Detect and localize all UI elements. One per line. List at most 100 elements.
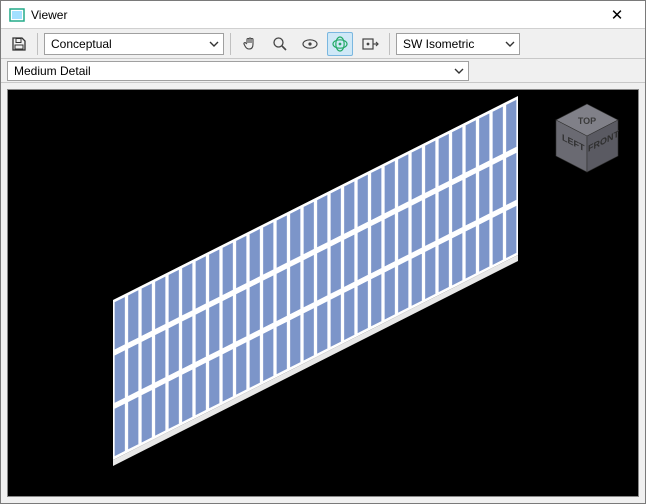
viewer-window: Viewer ✕ Conceptual (0, 0, 646, 504)
panel-cell (371, 167, 382, 220)
viewport-container: TOP LEFT FRONT (1, 83, 645, 503)
chevron-down-icon (499, 39, 515, 49)
panel-cell (182, 369, 193, 422)
panel-cell (506, 99, 517, 152)
panel-cell (195, 309, 206, 362)
viewcube[interactable]: TOP LEFT FRONT (548, 100, 626, 180)
separator (230, 33, 231, 55)
panel-cell (506, 205, 517, 258)
detail-level-value: Medium Detail (14, 64, 91, 78)
panel-cell (114, 403, 125, 456)
visual-style-dropdown[interactable]: Conceptual (44, 33, 224, 55)
toolbar: Conceptual (1, 29, 645, 59)
panel-cell (263, 222, 274, 275)
panel-cell (357, 227, 368, 280)
panel-cell (492, 106, 503, 159)
detail-bar: Medium Detail (1, 59, 645, 83)
panel-cell (114, 297, 125, 350)
panel-cell (141, 283, 152, 336)
panel-cell (114, 350, 125, 403)
viewport-3d[interactable]: TOP LEFT FRONT (7, 89, 639, 497)
solar-panel-model (8, 90, 638, 497)
chevron-down-icon (203, 39, 219, 49)
panel-cell (290, 314, 301, 367)
panel-cell (398, 154, 409, 207)
panel-cell (128, 343, 139, 396)
panel-cell (276, 268, 287, 321)
steering-wheel-icon (360, 35, 380, 53)
panel-cell (222, 349, 233, 402)
orbit-constrained-icon (300, 35, 320, 53)
panel-cell (141, 336, 152, 389)
panel-cell (357, 280, 368, 333)
panel-cell (465, 173, 476, 226)
separator (37, 33, 38, 55)
panel-cell (438, 186, 449, 239)
panel-cell (411, 200, 422, 253)
visual-style-value: Conceptual (51, 37, 112, 51)
panel-cell (128, 396, 139, 449)
steering-wheel-tool[interactable] (357, 32, 383, 56)
orbit-free-icon (330, 35, 350, 53)
panel-cell (303, 255, 314, 308)
panel-cell (479, 219, 490, 272)
panel-cell (249, 282, 260, 335)
panel-cell (168, 376, 179, 429)
panel-cell (344, 181, 355, 234)
orbit-constrained-tool[interactable] (297, 32, 323, 56)
detail-level-dropdown[interactable]: Medium Detail (7, 61, 469, 81)
zoom-tool[interactable] (267, 32, 293, 56)
panel-cell (492, 212, 503, 265)
orbit-free-tool[interactable] (327, 32, 353, 56)
panel-cell (371, 274, 382, 327)
save-button[interactable] (7, 32, 31, 56)
panel-cell (344, 287, 355, 340)
panel-cell (384, 214, 395, 267)
panel-cell (276, 321, 287, 374)
panel-cell (155, 276, 166, 329)
panel-cell (168, 269, 179, 322)
panel-cell (168, 323, 179, 376)
panel-cell (330, 294, 341, 347)
panel-cell (155, 383, 166, 436)
pan-icon (241, 35, 259, 53)
panel-cell (357, 174, 368, 227)
panel-cell (249, 335, 260, 388)
panel-cell (182, 316, 193, 369)
panel-cell (330, 241, 341, 294)
panel-cell (411, 253, 422, 306)
panel-cell (425, 193, 436, 246)
panel-cell (222, 242, 233, 295)
panel-cell (195, 362, 206, 415)
panel-cell (438, 133, 449, 186)
panel-cell (317, 301, 328, 354)
panel-cell (465, 226, 476, 279)
panel-cell (398, 260, 409, 313)
panel-cell (330, 188, 341, 241)
panel-cell (371, 220, 382, 273)
panel-cell (263, 328, 274, 381)
view-orientation-dropdown[interactable]: SW Isometric (396, 33, 520, 55)
panel-cell (438, 239, 449, 292)
panel-cell (425, 140, 436, 193)
panel-cell (236, 342, 247, 395)
view-orientation-value: SW Isometric (403, 37, 474, 51)
close-button[interactable]: ✕ (597, 6, 637, 24)
panel-cell (155, 329, 166, 382)
panel-cell (317, 195, 328, 248)
panel-cell (452, 127, 463, 180)
panel-cell (303, 201, 314, 254)
panel-cell (384, 161, 395, 214)
panel-cell (222, 295, 233, 348)
panel-cell (344, 234, 355, 287)
panel-cell (209, 249, 220, 302)
pan-tool[interactable] (237, 32, 263, 56)
panel-cell (236, 289, 247, 342)
titlebar: Viewer ✕ (1, 1, 645, 29)
panel-cell (411, 147, 422, 200)
panel-cell (384, 267, 395, 320)
panel-cell (506, 152, 517, 205)
panel-cell (128, 290, 139, 343)
panel-cell (209, 302, 220, 355)
panel-cell (452, 180, 463, 233)
